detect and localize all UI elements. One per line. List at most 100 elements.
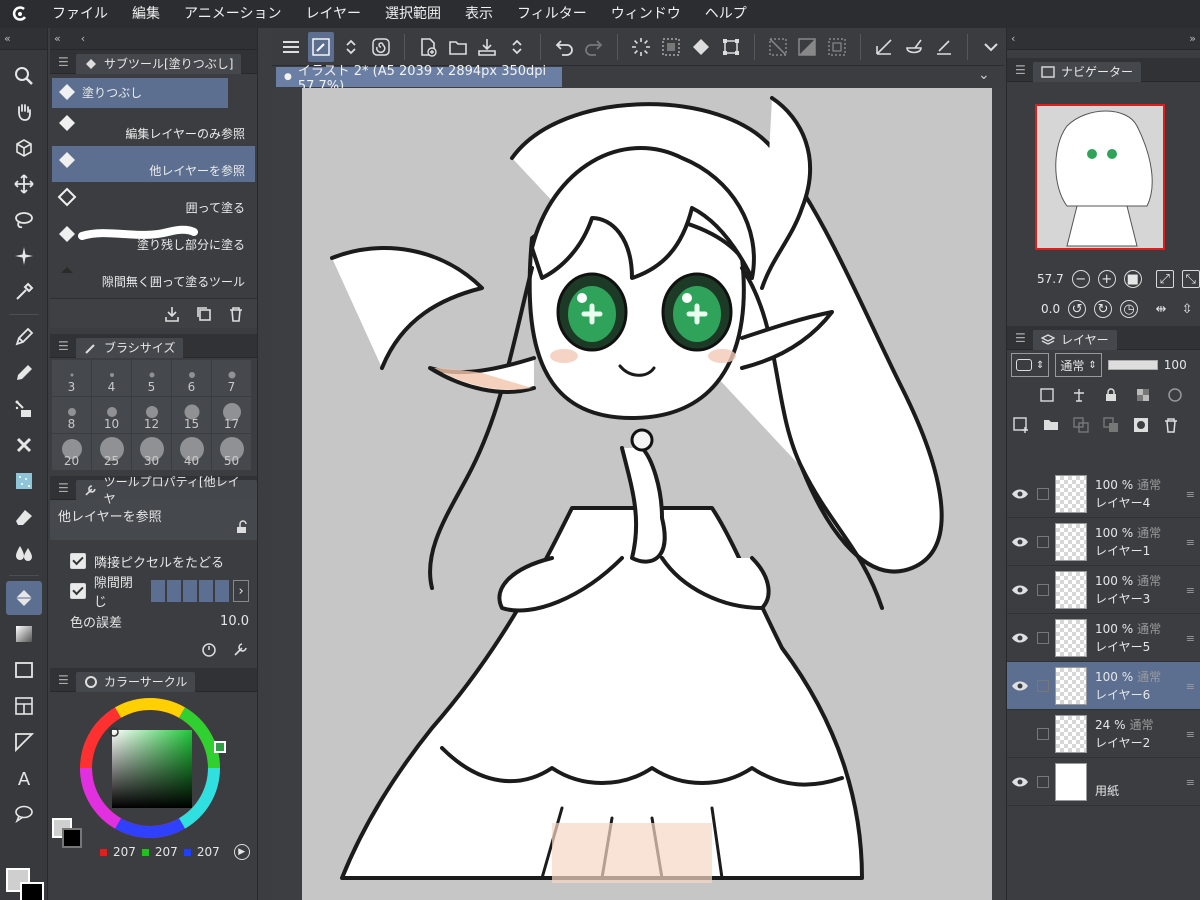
menu-icon[interactable] bbox=[278, 32, 304, 62]
lock-icon[interactable] bbox=[1101, 385, 1121, 405]
stopwatch-icon[interactable] bbox=[201, 641, 217, 657]
layer-select-box[interactable] bbox=[1037, 487, 1049, 500]
chevron-down-icon[interactable]: ⌄ bbox=[978, 67, 990, 83]
brush-size-cell[interactable]: 25 bbox=[92, 434, 131, 470]
open-folder-icon[interactable] bbox=[445, 32, 471, 62]
download-icon[interactable] bbox=[163, 305, 181, 323]
navigator-tab[interactable]: ナビゲーター bbox=[1033, 61, 1142, 82]
duplicate-icon[interactable] bbox=[195, 305, 213, 323]
subtool-item[interactable]: 編集レイヤーのみ参照 bbox=[52, 109, 255, 145]
menu-icon[interactable]: ☰ bbox=[1015, 331, 1027, 345]
visibility-eye-icon[interactable] bbox=[1007, 776, 1033, 788]
brush-size-cell[interactable]: 7 bbox=[212, 360, 251, 396]
flip-horizontal-button[interactable]: ⇹ bbox=[1152, 300, 1170, 318]
spiral-icon[interactable] bbox=[368, 32, 394, 62]
blend-mode-select[interactable]: 通常 ⇕ bbox=[1055, 353, 1102, 377]
brush-size-cell[interactable]: 15 bbox=[172, 397, 211, 433]
layer-row[interactable]: 100 % 通常 レイヤー3 ≡ bbox=[1007, 566, 1200, 614]
follow-adjacent-checkbox[interactable] bbox=[70, 553, 86, 569]
tool-hand[interactable] bbox=[6, 95, 42, 129]
save-icon[interactable] bbox=[474, 32, 500, 62]
wrench-icon[interactable] bbox=[233, 641, 249, 657]
chevron-down-icon[interactable] bbox=[978, 32, 1004, 62]
opacity-value[interactable]: 100 bbox=[1164, 358, 1187, 372]
brush-size-cell[interactable]: 5 bbox=[132, 360, 171, 396]
tool-eraser[interactable] bbox=[6, 500, 42, 534]
brush-size-tab[interactable]: ブラシサイズ bbox=[76, 337, 184, 358]
flip-vertical-button[interactable]: ⇳ bbox=[1178, 300, 1196, 318]
layer-color-select[interactable]: ⇕ bbox=[1011, 353, 1050, 377]
tool-brush[interactable] bbox=[6, 392, 42, 426]
menu-icon[interactable]: ☰ bbox=[58, 55, 70, 69]
new-raster-layer-icon[interactable] bbox=[1011, 415, 1031, 435]
layer-mask-icon[interactable] bbox=[1131, 415, 1151, 435]
menu-view[interactable]: 表示 bbox=[453, 0, 505, 28]
drag-handle-icon[interactable]: ≡ bbox=[1186, 488, 1195, 501]
tool-frame[interactable] bbox=[6, 689, 42, 723]
visibility-eye-icon[interactable] bbox=[1007, 536, 1033, 548]
brush-size-cell[interactable]: 50 bbox=[212, 434, 251, 470]
chevron-updown-icon[interactable] bbox=[504, 32, 530, 62]
tool-fill[interactable] bbox=[5, 581, 42, 615]
tool-blend[interactable] bbox=[6, 536, 42, 570]
color-circle-tab[interactable]: カラーサークル bbox=[76, 671, 196, 692]
blend-icon[interactable] bbox=[901, 32, 927, 62]
unlock-icon[interactable] bbox=[235, 520, 249, 534]
menu-filter[interactable]: フィルター bbox=[505, 0, 599, 28]
rotate-left-button[interactable]: ↺ bbox=[1068, 300, 1087, 318]
layer-row[interactable]: 用紙 ≡ bbox=[1007, 758, 1200, 806]
deselect-icon[interactable] bbox=[765, 32, 791, 62]
layer-row[interactable]: 100 % 通常 レイヤー4 ≡ bbox=[1007, 470, 1200, 518]
subtool-item[interactable]: 塗り残し部分に塗る bbox=[52, 220, 255, 256]
layer-row[interactable]: 100 % 通常 レイヤー5 ≡ bbox=[1007, 614, 1200, 662]
tool-magic-wand[interactable] bbox=[6, 239, 42, 273]
fit-screen-button[interactable]: ■ bbox=[1123, 270, 1142, 288]
opacity-slider[interactable] bbox=[1107, 360, 1158, 370]
menu-help[interactable]: ヘルプ bbox=[693, 0, 759, 28]
layer-tab[interactable]: レイヤー bbox=[1033, 329, 1117, 350]
visibility-eye-icon[interactable] bbox=[1007, 632, 1033, 644]
selection-frame-icon[interactable] bbox=[824, 32, 850, 62]
lock-transparent-icon[interactable] bbox=[1133, 385, 1153, 405]
menu-animation[interactable]: アニメーション bbox=[172, 0, 293, 28]
collapse-icon[interactable]: « bbox=[54, 32, 61, 45]
delete-layer-icon[interactable] bbox=[1161, 415, 1181, 435]
brush-size-cell[interactable]: 30 bbox=[132, 434, 171, 470]
brush-size-cell[interactable]: 10 bbox=[92, 397, 131, 433]
menu-icon[interactable]: ☰ bbox=[1015, 63, 1027, 77]
tool-lasso[interactable] bbox=[6, 203, 42, 237]
tool-property-tab[interactable]: ツールプロパティ[他レイヤ bbox=[75, 475, 257, 506]
tool-balloon[interactable] bbox=[6, 797, 42, 831]
undo-icon[interactable] bbox=[551, 32, 577, 62]
layer-row[interactable]: 100 % 通常 レイヤー1 ≡ bbox=[1007, 518, 1200, 566]
brush-size-cell[interactable]: 20 bbox=[52, 434, 91, 470]
transfer-down-icon[interactable] bbox=[1071, 415, 1091, 435]
reset-rotation-button[interactable]: ◷ bbox=[1120, 300, 1139, 318]
close-gap-checkbox[interactable] bbox=[70, 583, 86, 599]
ruler-corner-icon[interactable] bbox=[871, 32, 897, 62]
invert-selection-icon[interactable] bbox=[795, 32, 821, 62]
brush-size-cell[interactable]: 3 bbox=[52, 360, 91, 396]
expand-icon[interactable]: » bbox=[1189, 32, 1196, 45]
tool-zoom[interactable] bbox=[6, 59, 42, 93]
menu-window[interactable]: ウィンドウ bbox=[599, 0, 693, 28]
fill-bucket-icon[interactable] bbox=[688, 32, 714, 62]
pen-ruler-icon[interactable] bbox=[931, 32, 957, 62]
tool-eyedropper[interactable] bbox=[6, 275, 42, 309]
chevron-left-icon[interactable]: ‹ bbox=[81, 32, 85, 45]
select-all-icon[interactable] bbox=[658, 32, 684, 62]
drag-handle-icon[interactable]: ≡ bbox=[1186, 584, 1195, 597]
zoom-out-button[interactable]: − bbox=[1071, 270, 1090, 288]
drag-handle-icon[interactable]: ≡ bbox=[1186, 728, 1195, 741]
subtool-tab[interactable]: サブツール[塗りつぶし] bbox=[76, 53, 242, 74]
drag-handle-icon[interactable]: ≡ bbox=[1186, 632, 1195, 645]
menu-icon[interactable]: ☰ bbox=[58, 339, 70, 353]
fit-window-button[interactable]: ⤢ bbox=[1155, 270, 1174, 288]
layer-select-box[interactable] bbox=[1037, 775, 1049, 788]
brush-size-cell[interactable]: 4 bbox=[92, 360, 131, 396]
visibility-eye-icon[interactable] bbox=[1007, 488, 1033, 500]
visibility-eye-icon[interactable] bbox=[1007, 584, 1033, 596]
trash-icon[interactable] bbox=[227, 305, 245, 323]
transform-icon[interactable] bbox=[718, 32, 744, 62]
color-swatch-pair[interactable] bbox=[52, 818, 82, 848]
